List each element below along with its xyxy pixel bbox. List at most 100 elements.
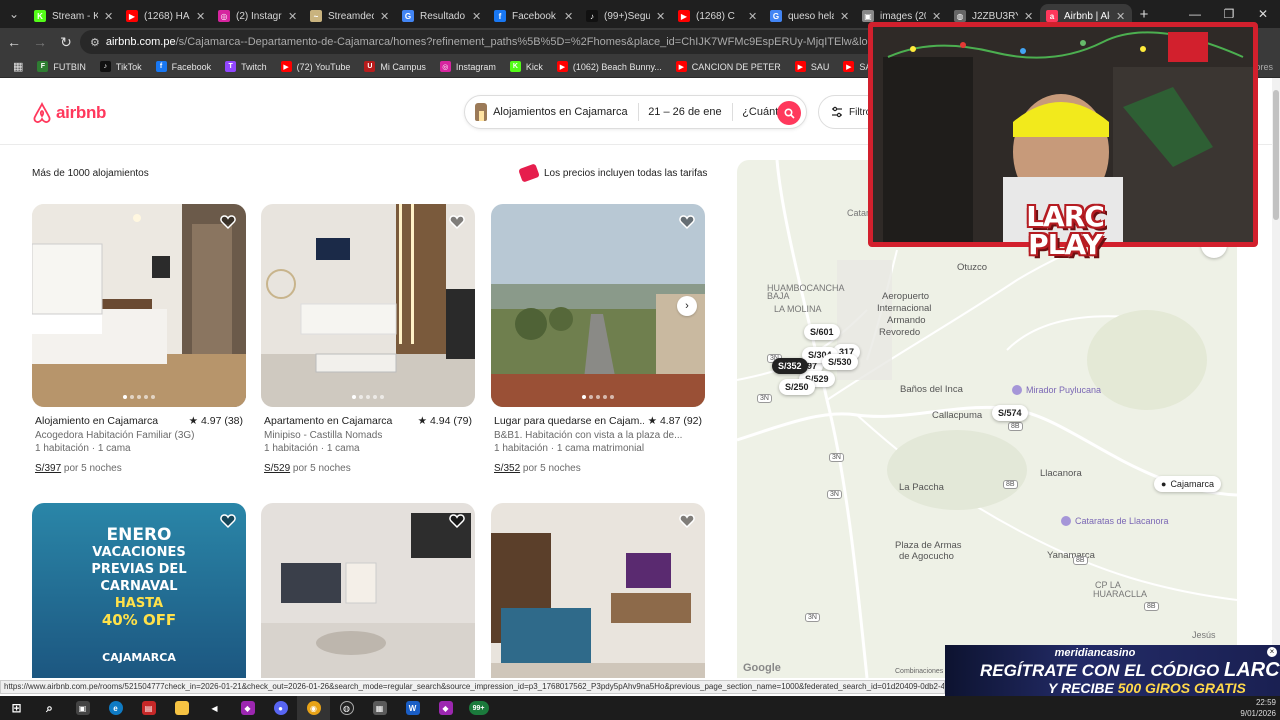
back-arrow-icon[interactable]: ←	[2, 30, 26, 54]
app-icon[interactable]: ◆	[429, 696, 462, 720]
search-bar[interactable]: Alojamientos en Cajamarca 21 – 26 de ene…	[464, 95, 807, 129]
listing-card[interactable]: ENERO VACACIONES PREVIAS DEL CARNAVAL HA…	[32, 503, 246, 678]
tray-clock[interactable]: 22:59 9/01/2026	[1240, 697, 1276, 719]
next-photo-icon[interactable]: ›	[677, 296, 697, 316]
promo-text: HASTA	[114, 596, 164, 611]
map-place-pin[interactable]: ● Cajamarca	[1154, 476, 1221, 492]
airbnb-logo[interactable]: airbnb	[32, 102, 106, 124]
map-price-pin[interactable]: S/250	[779, 379, 815, 395]
edge-icon[interactable]: e	[99, 696, 132, 720]
living-room-photo	[261, 503, 475, 678]
close-tab-icon[interactable]: ✕	[564, 10, 574, 23]
browser-tab[interactable]: ▶ (1268) C ✕	[672, 4, 764, 28]
listing-price[interactable]: S/352	[494, 463, 520, 474]
task-view-icon[interactable]: ▣	[66, 696, 99, 720]
listing-description: Acogedora Habitación Familiar (3G)	[35, 430, 195, 441]
listing-photo[interactable]: ›	[491, 204, 705, 407]
listing-price[interactable]: S/397	[35, 463, 61, 474]
close-tab-icon[interactable]: ✕	[748, 10, 758, 23]
browser-tab[interactable]: ◎ (2) Instagram ✕	[212, 4, 304, 28]
browser-tab[interactable]: ~ Streamdeck ✕	[304, 4, 396, 28]
bookmark-item[interactable]: U Mi Campus	[357, 61, 433, 72]
search-button[interactable]	[777, 101, 801, 125]
bookmark-item[interactable]: ◎ Instagram	[433, 61, 503, 72]
listing-card[interactable]: Alojamiento en Cajamarca ★ 4.97 (38) Aco…	[32, 204, 246, 474]
browser-tab[interactable]: ♪ (99+)Seguid ✕	[580, 4, 672, 28]
site-info-icon[interactable]: ⚙	[90, 36, 100, 49]
tab-search-icon[interactable]: ⌄	[0, 0, 28, 28]
favorite-heart-icon[interactable]	[449, 214, 465, 230]
favorite-heart-icon[interactable]	[679, 214, 695, 230]
listing-price[interactable]: S/529	[264, 463, 290, 474]
capcut-icon[interactable]: ◀	[198, 696, 231, 720]
bookmark-item[interactable]: T Twitch	[218, 61, 274, 72]
close-tab-icon[interactable]: ✕	[932, 10, 942, 23]
close-tab-icon[interactable]: ✕	[196, 10, 206, 23]
search-location[interactable]: Alojamientos en Cajamarca	[487, 106, 638, 118]
search-dates[interactable]: 21 – 26 de ene	[638, 106, 731, 118]
bookmark-item[interactable]: K Kick	[503, 61, 550, 72]
favorite-heart-icon[interactable]	[449, 513, 465, 529]
map-price-pin[interactable]: S/352	[772, 358, 808, 374]
map-price-pin[interactable]: S/601	[804, 324, 840, 340]
bookmark-item[interactable]: ▶ SAU	[788, 61, 837, 72]
windows-start-icon[interactable]: ⊞	[0, 696, 33, 720]
bookmark-label: (72) YouTube	[296, 61, 351, 72]
file-explorer-icon[interactable]	[165, 696, 198, 720]
close-tab-icon[interactable]: ✕	[840, 10, 850, 23]
app-icon[interactable]: ◆	[231, 696, 264, 720]
obs-icon[interactable]: ◍	[330, 696, 363, 720]
browser-tab[interactable]: K Stream - Kick ✕	[28, 4, 120, 28]
favorite-heart-icon[interactable]	[679, 513, 695, 529]
apps-grid-icon[interactable]: ▦	[6, 60, 30, 73]
map-price-pin[interactable]: S/574	[992, 405, 1028, 421]
bookmark-item[interactable]: ▶ (72) YouTube	[274, 61, 358, 72]
chrome-icon[interactable]: ◉	[297, 696, 330, 720]
discord-icon[interactable]: ●	[264, 696, 297, 720]
map-price-pin[interactable]: S/530	[822, 354, 858, 370]
reload-icon[interactable]: ↻	[54, 30, 78, 54]
favorite-heart-icon[interactable]	[220, 214, 236, 230]
browser-tab[interactable]: Gqueso helad ✕	[764, 4, 856, 28]
close-tab-icon[interactable]: ✕	[1116, 10, 1126, 23]
close-icon[interactable]: ×	[1267, 647, 1277, 657]
bookmark-item[interactable]: ▶ (1062) Beach Bunny...	[550, 61, 669, 72]
word-icon[interactable]: W	[396, 696, 429, 720]
forward-arrow-icon[interactable]: →	[28, 30, 52, 54]
listing-photo[interactable]	[491, 503, 705, 678]
close-tab-icon[interactable]: ✕	[288, 10, 298, 23]
listing-card[interactable]: › Lugar para quedarse en Cajam... ★ 4.87…	[491, 204, 705, 474]
store-icon[interactable]: ▤	[132, 696, 165, 720]
map-poi[interactable]: Cataratas de Llacanora	[1061, 516, 1169, 526]
browser-tab[interactable]: G Resultado de ✕	[396, 4, 488, 28]
listing-card[interactable]	[261, 503, 475, 678]
notification-badge-icon[interactable]: 99+	[462, 696, 495, 720]
favorite-heart-icon[interactable]	[220, 513, 236, 529]
bookmark-item[interactable]: ▶ CANCION DE PETER	[669, 61, 788, 72]
taskbar-search-icon[interactable]: ⌕	[33, 696, 66, 720]
new-tab-icon[interactable]: +	[1132, 6, 1156, 23]
browser-tab[interactable]: ▶ (1268) HAPPY ✕	[120, 4, 212, 28]
bookmark-item[interactable]: ♪ TikTok	[93, 61, 149, 72]
bookmark-item[interactable]: F FUTBIN	[30, 61, 93, 72]
listing-card[interactable]: Apartamento en Cajamarca ★ 4.94 (79) Min…	[261, 204, 475, 474]
page-scrollbar[interactable]	[1272, 78, 1280, 678]
listing-photo[interactable]	[261, 204, 475, 407]
price-note[interactable]: Los precios incluyen todas las tarifas	[518, 163, 707, 183]
close-tab-icon[interactable]: ✕	[104, 10, 114, 23]
bookmark-item[interactable]: f Facebook	[149, 61, 219, 72]
map-poi[interactable]: Mirador Puylucana	[1012, 385, 1101, 395]
listing-card[interactable]	[491, 503, 705, 678]
close-tab-icon[interactable]: ✕	[656, 10, 666, 23]
close-tab-icon[interactable]: ✕	[472, 10, 482, 23]
calculator-icon[interactable]: ▦	[363, 696, 396, 720]
listing-photo[interactable]	[261, 503, 475, 678]
listing-photo[interactable]: ENERO VACACIONES PREVIAS DEL CARNAVAL HA…	[32, 503, 246, 678]
browser-tab[interactable]: f Facebook M ✕	[488, 4, 580, 28]
scrollbar-thumb[interactable]	[1273, 90, 1279, 220]
clock-date: 9/01/2026	[1240, 709, 1276, 718]
tab-label: (2) Instagram	[236, 10, 282, 22]
close-tab-icon[interactable]: ✕	[1024, 10, 1034, 23]
close-tab-icon[interactable]: ✕	[380, 10, 390, 23]
listing-photo[interactable]	[32, 204, 246, 407]
